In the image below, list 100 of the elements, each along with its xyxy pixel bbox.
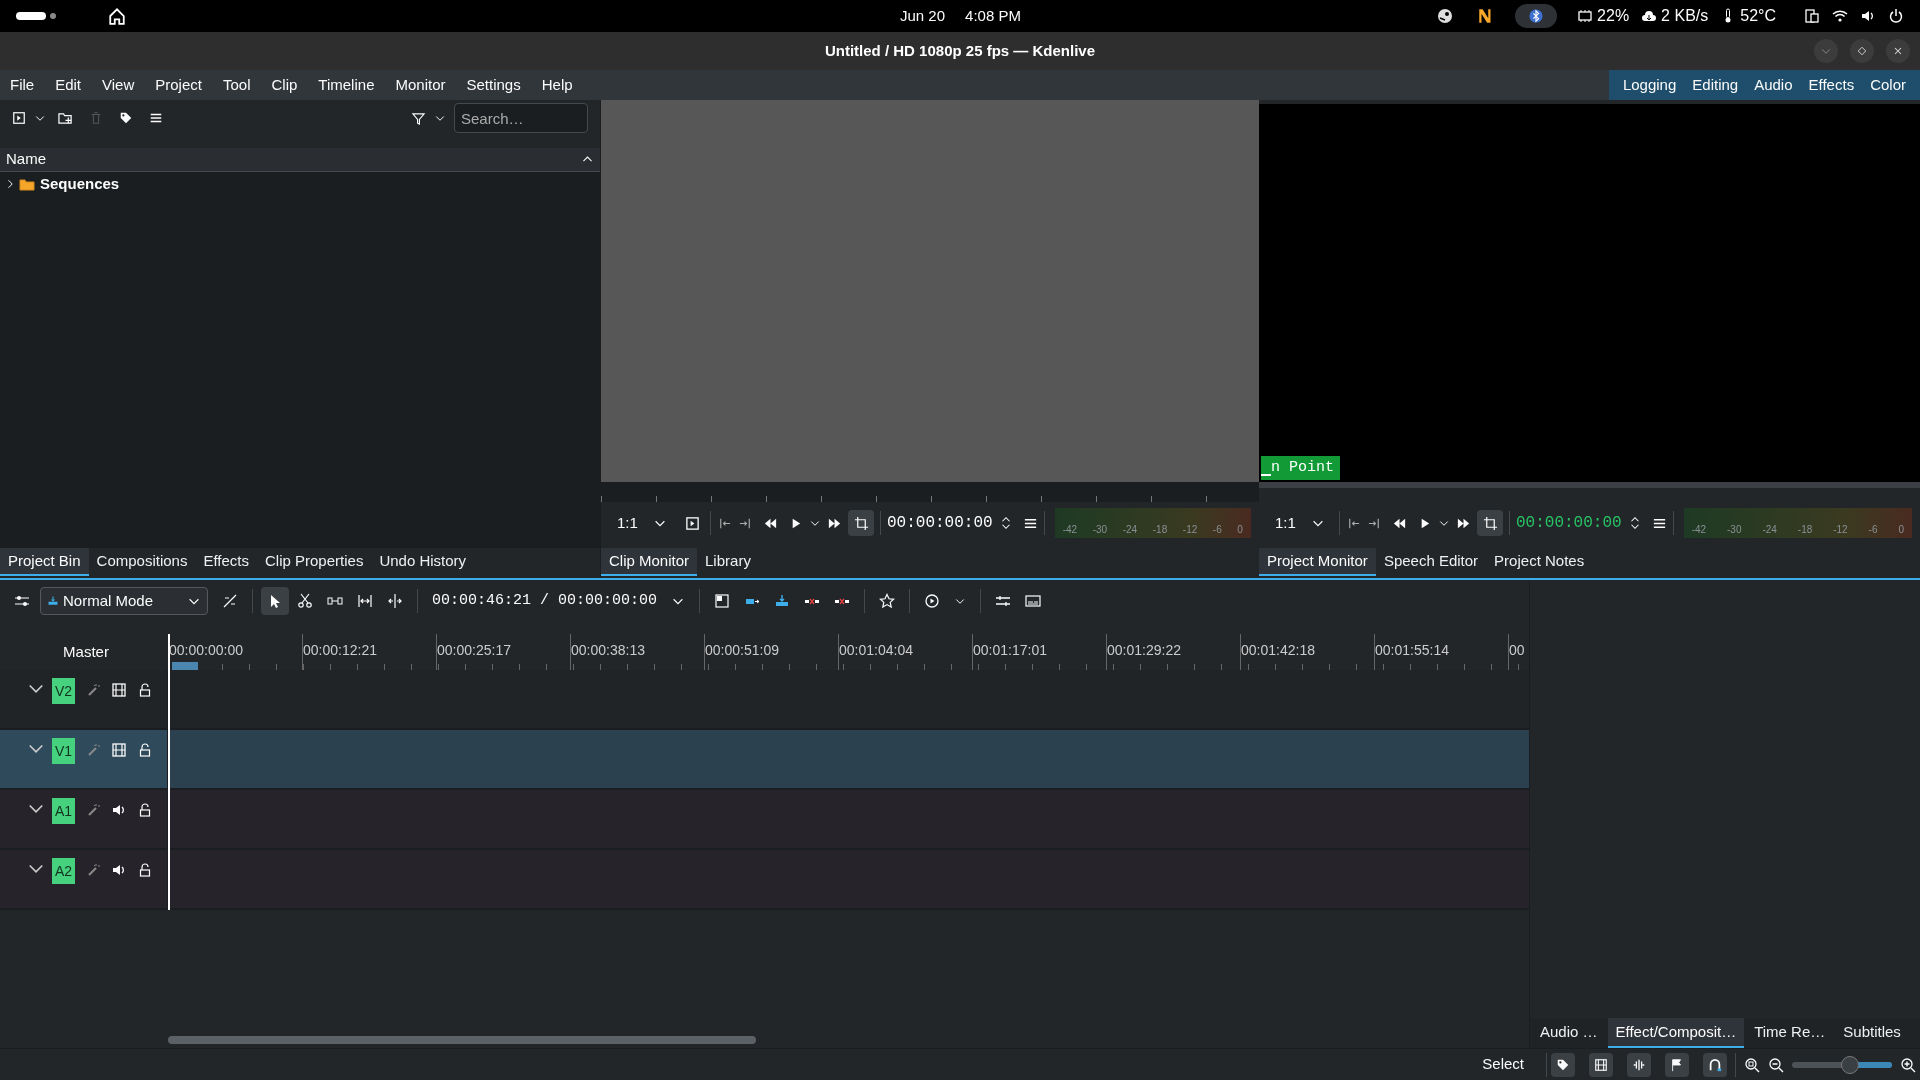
panel-tab[interactable]: Audio … bbox=[1532, 1018, 1606, 1048]
flag-button[interactable] bbox=[1665, 1052, 1689, 1077]
menu-item[interactable]: Help bbox=[541, 70, 573, 100]
panel-tab[interactable]: Subtitles bbox=[1835, 1018, 1909, 1048]
window-title: Untitled / HD 1080p 25 fps — Kdenlive bbox=[824, 40, 1096, 61]
subtitle-icon[interactable] bbox=[1025, 593, 1042, 609]
audio-wave-icon bbox=[1632, 1057, 1646, 1072]
panel-tab[interactable]: Speech Editor bbox=[1375, 548, 1487, 576]
panel-tab[interactable]: Undo History bbox=[371, 548, 475, 576]
slider-handle[interactable] bbox=[1841, 1055, 1859, 1074]
menu-item[interactable]: View bbox=[102, 70, 135, 100]
timeline-track[interactable]: A2 bbox=[0, 850, 1529, 910]
power-icon[interactable] bbox=[1888, 8, 1904, 24]
panel-tab[interactable]: Clip Monitor bbox=[601, 548, 698, 576]
search-field[interactable]: Search… bbox=[454, 103, 588, 133]
clock-label[interactable]: 4:08 PM bbox=[965, 4, 1021, 28]
tag-button[interactable] bbox=[1551, 1052, 1575, 1077]
menu-item[interactable]: Monitor bbox=[395, 70, 446, 100]
mixer-icon[interactable] bbox=[995, 593, 1012, 609]
wifi-icon[interactable] bbox=[1832, 8, 1848, 24]
timeline-track[interactable]: V2 bbox=[0, 670, 1529, 730]
panel-tab[interactable]: Effects bbox=[195, 548, 257, 576]
menu-item[interactable]: Tool bbox=[222, 70, 251, 100]
zoom-in-icon[interactable] bbox=[1900, 1056, 1916, 1073]
menu-item[interactable]: Timeline bbox=[318, 70, 375, 100]
layout-button[interactable]: Color bbox=[1870, 70, 1906, 100]
menu-item[interactable]: File bbox=[10, 70, 35, 100]
temperature: 52°C bbox=[1740, 6, 1776, 26]
layout-button[interactable]: Logging bbox=[1622, 70, 1677, 100]
clip-marker bbox=[172, 662, 198, 670]
cpu-icon bbox=[1577, 8, 1594, 24]
zoom-fit-icon[interactable] bbox=[1744, 1056, 1760, 1073]
track-label[interactable]: V2 bbox=[52, 678, 76, 704]
zoom-out-icon[interactable] bbox=[1768, 1056, 1784, 1073]
selection-tool-button[interactable] bbox=[261, 587, 289, 615]
film-icon[interactable] bbox=[111, 682, 128, 698]
folder-icon bbox=[19, 176, 35, 192]
ripple-tool-icon[interactable] bbox=[357, 593, 373, 609]
mode-dropdown[interactable]: Normal Mode bbox=[40, 587, 208, 615]
scrollbar-thumb[interactable] bbox=[168, 1036, 756, 1044]
layout-button[interactable]: Effects bbox=[1808, 70, 1855, 100]
folder-label[interactable]: Sequences bbox=[40, 172, 120, 196]
menu-item[interactable]: Edit bbox=[55, 70, 82, 100]
maximize-button[interactable] bbox=[1850, 39, 1874, 63]
clip-play-icon[interactable] bbox=[685, 515, 700, 531]
date-label[interactable]: Jun 20 bbox=[900, 4, 946, 28]
panel-tab[interactable]: Project Notes bbox=[1486, 548, 1593, 576]
zoom-dropdown[interactable]: 1:1 bbox=[609, 508, 675, 538]
audio-level-meter: -42 -30 -24 -18 -12 -6 0 bbox=[1683, 508, 1912, 538]
volume-icon[interactable] bbox=[1860, 8, 1876, 24]
add-clip-icon[interactable] bbox=[12, 111, 26, 125]
panel-tab[interactable]: Compositions bbox=[88, 548, 196, 576]
layout-button[interactable]: Audio bbox=[1754, 70, 1793, 100]
record-icon[interactable] bbox=[924, 593, 941, 609]
insert-mode-icon bbox=[47, 595, 59, 607]
crop-button[interactable] bbox=[848, 510, 874, 536]
bluetooth-pill[interactable] bbox=[1515, 4, 1558, 28]
close-button[interactable] bbox=[1886, 39, 1910, 63]
magnet-button[interactable] bbox=[1703, 1052, 1727, 1077]
monitor-overlay-label: n Point bbox=[1271, 457, 1334, 478]
star-icon[interactable] bbox=[879, 593, 896, 609]
film-button[interactable] bbox=[1589, 1052, 1613, 1077]
panel-tab[interactable]: Time Re… bbox=[1746, 1018, 1834, 1048]
menu-icon[interactable] bbox=[149, 111, 163, 125]
cpu-usage: 22% bbox=[1597, 6, 1630, 26]
panel-tab[interactable]: Library bbox=[697, 548, 759, 576]
menu-item[interactable]: Project bbox=[155, 70, 202, 100]
timecode[interactable]: 00:00:00:00 bbox=[887, 511, 993, 535]
monitor-scrollbar[interactable] bbox=[1259, 482, 1920, 488]
panel-tab[interactable]: Clip Properties bbox=[257, 548, 372, 576]
new-folder-icon[interactable] bbox=[58, 110, 73, 126]
timecode[interactable]: 00:00:00:00 bbox=[1516, 511, 1622, 535]
panel-tab[interactable]: Effect/Composit… bbox=[1607, 1018, 1745, 1048]
track-label[interactable]: A2 bbox=[52, 858, 76, 884]
razor-tool-icon[interactable] bbox=[297, 593, 313, 609]
screen-icon[interactable] bbox=[1804, 8, 1820, 24]
insert-icon[interactable] bbox=[714, 593, 731, 609]
lift-icon[interactable] bbox=[774, 593, 791, 609]
audio-wave-button[interactable] bbox=[1627, 1052, 1651, 1077]
slip-tool-icon[interactable] bbox=[387, 593, 403, 609]
menu-item[interactable]: Settings bbox=[466, 70, 521, 100]
timeline-timecode[interactable]: 00:00:46:21 / 00:00:00:00 bbox=[432, 589, 658, 613]
timeline-track[interactable]: V1 bbox=[0, 730, 1529, 790]
timeline-settings-icon[interactable] bbox=[14, 593, 30, 609]
layout-button[interactable]: Editing bbox=[1692, 70, 1739, 100]
tag-icon[interactable] bbox=[119, 111, 133, 125]
tool-status: Select bbox=[1482, 1054, 1524, 1075]
track-label[interactable]: V1 bbox=[52, 738, 76, 764]
film-icon[interactable] bbox=[111, 742, 128, 758]
crop-button[interactable] bbox=[1477, 510, 1503, 536]
no-move-icon[interactable] bbox=[222, 593, 238, 609]
filter-icon[interactable] bbox=[411, 110, 426, 126]
workspace-indicator[interactable] bbox=[16, 12, 46, 20]
zoom-dropdown[interactable]: 1:1 bbox=[1267, 508, 1333, 538]
track-label[interactable]: A1 bbox=[52, 798, 76, 824]
timeline-track[interactable]: A1 bbox=[0, 790, 1529, 850]
home-icon[interactable] bbox=[108, 7, 126, 25]
menu-item[interactable]: Clip bbox=[271, 70, 298, 100]
panel-tab[interactable]: Project Bin bbox=[0, 548, 89, 576]
panel-tab[interactable]: Project Monitor bbox=[1259, 548, 1376, 576]
